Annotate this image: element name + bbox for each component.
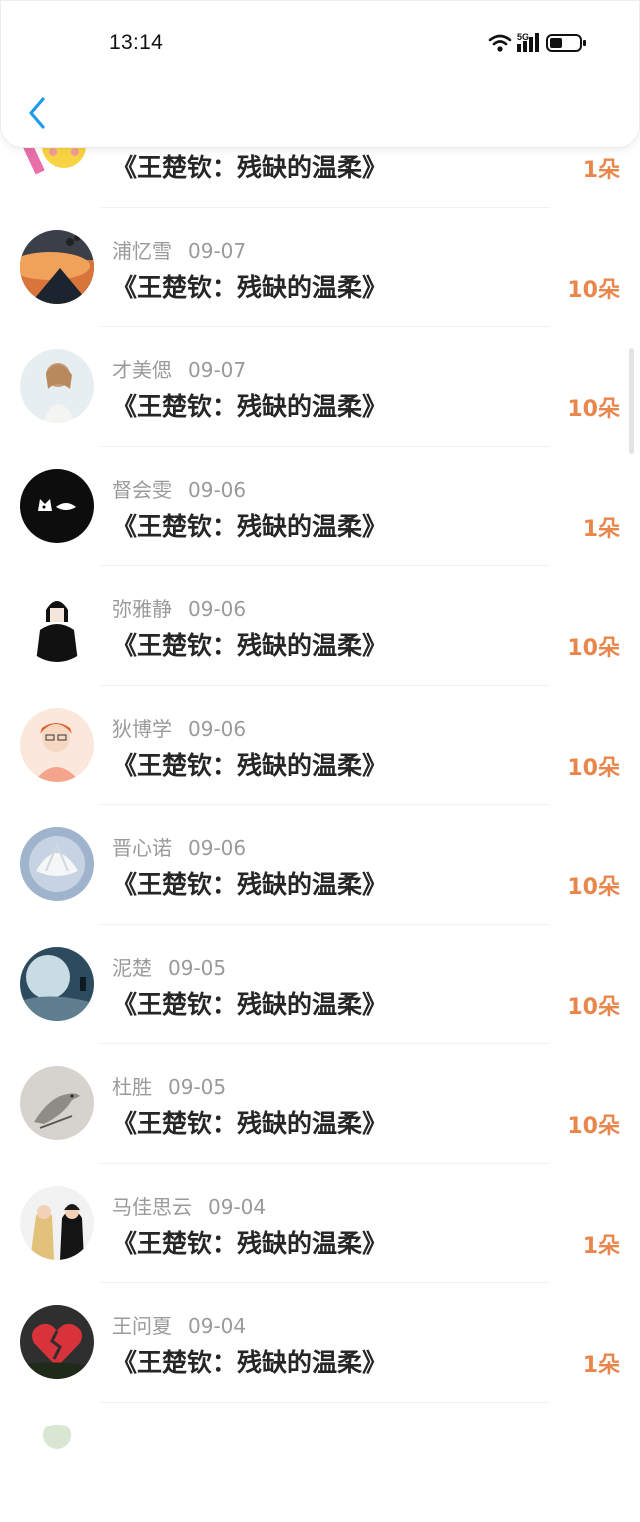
sunset-sky-avatar[interactable] [20,230,94,304]
donor-name[interactable]: 督会雯 [112,478,172,502]
gift-record-list: 《王楚钦：残缺的温柔》 1朵 浦忆雪 09-07 《王楚钦：残缺的温柔》 10朵 [0,88,640,1522]
donor-meta: 杜胜 09-05 [112,1071,226,1100]
list-item[interactable]: 才美偲 09-07 《王楚钦：残缺的温柔》 10朵 [0,327,640,447]
list-item[interactable]: 督会雯 09-06 《王楚钦：残缺的温柔》 1朵 [0,447,640,567]
gift-date: 09-07 [188,358,246,382]
back-button[interactable] [23,95,53,131]
donor-meta: 弥雅静 09-06 [112,593,246,622]
seashell-avatar[interactable] [20,827,94,901]
anime-boy-avatar[interactable] [20,708,94,782]
book-title: 《王楚钦：残缺的温柔》 [112,148,387,184]
book-title[interactable]: 《王楚钦：残缺的温柔》 [112,746,387,782]
gift-date: 09-06 [188,597,246,621]
wifi-icon [490,36,510,52]
flower-amount: 1朵 [583,511,620,543]
network-label: 5G [517,32,529,42]
donor-name[interactable]: 才美偲 [112,358,172,382]
hoodie-figure-avatar[interactable] [20,588,94,662]
donor-meta [112,1430,128,1454]
gift-date: 09-06 [188,836,246,860]
gift-date: 09-05 [168,956,226,980]
flower-amount: 10朵 [567,272,620,304]
book-title[interactable]: 《王楚钦：残缺的温柔》 [112,985,387,1021]
donor-meta: 泥楚 09-05 [112,952,226,981]
status-icons: 5G [487,32,599,54]
flower-amount: 10朵 [567,630,620,662]
book-title[interactable]: 《王楚钦：残缺的温柔》 [112,1224,387,1260]
donor-meta: 浦忆雪 09-07 [112,235,246,264]
flower-amount: 10朵 [567,750,620,782]
list-item[interactable]: 晋心诺 09-06 《王楚钦：残缺的温柔》 10朵 [0,805,640,925]
donor-name[interactable]: 杜胜 [112,1075,152,1099]
donor-meta: 狄博学 09-06 [112,713,246,742]
top-bar: 13:14 5G [0,0,640,148]
scrollbar[interactable] [629,348,634,454]
gift-date: 09-05 [168,1075,226,1099]
donor-name[interactable]: 马佳思云 [112,1195,192,1219]
broken-heart-avatar[interactable] [20,1305,94,1379]
partial-avatar[interactable] [20,1425,94,1499]
flower-amount: 10朵 [567,989,620,1021]
book-title[interactable]: 《王楚钦：残缺的温柔》 [112,387,387,423]
flower-amount: 10朵 [567,869,620,901]
list-item[interactable]: 狄博学 09-06 《王楚钦：残缺的温柔》 10朵 [0,686,640,806]
list-item[interactable]: 泥楚 09-05 《王楚钦：残缺的温柔》 10朵 [0,925,640,1045]
bird-sketch-avatar[interactable] [20,1066,94,1140]
chevron-left-icon [23,95,53,131]
black-cat-avatar[interactable] [20,469,94,543]
signal-5g-icon: 5G [517,32,539,52]
battery-icon [547,35,586,51]
gift-date: 09-04 [188,1314,246,1338]
gift-date: 09-06 [188,717,246,741]
donor-name[interactable]: 王问夏 [112,1314,172,1338]
list-item[interactable]: 马佳思云 09-04 《王楚钦：残缺的温柔》 1朵 [0,1164,640,1284]
flower-amount: 10朵 [567,1108,620,1140]
donor-name[interactable]: 弥雅静 [112,597,172,621]
donor-name[interactable]: 晋心诺 [112,836,172,860]
moon-night-avatar[interactable] [20,947,94,1021]
status-time: 13:14 [109,31,163,55]
list-item[interactable] [0,1403,640,1522]
donor-name[interactable]: 泥楚 [112,956,152,980]
flower-amount: 1朵 [583,1347,620,1379]
donor-meta: 晋心诺 09-06 [112,832,246,861]
list-item[interactable]: 杜胜 09-05 《王楚钦：残缺的温柔》 10朵 [0,1044,640,1164]
book-title[interactable]: 《王楚钦：残缺的温柔》 [112,507,387,543]
donor-meta: 马佳思云 09-04 [112,1191,266,1220]
list-item[interactable]: 王问夏 09-04 《王楚钦：残缺的温柔》 1朵 [0,1283,640,1403]
book-title[interactable]: 《王楚钦：残缺的温柔》 [112,1104,387,1140]
list-item[interactable]: 弥雅静 09-06 《王楚钦：残缺的温柔》 10朵 [0,566,640,686]
flower-amount: 10朵 [567,391,620,423]
donor-meta: 督会雯 09-06 [112,474,246,503]
list-item[interactable]: 浦忆雪 09-07 《王楚钦：残缺的温柔》 10朵 [0,208,640,328]
flower-amount: 1朵 [583,1228,620,1260]
donor-name[interactable]: 浦忆雪 [112,239,172,263]
donor-name[interactable]: 狄博学 [112,717,172,741]
gift-date: 09-04 [208,1195,266,1219]
two-girls-avatar[interactable] [20,1186,94,1260]
gift-date: 09-06 [188,478,246,502]
book-title[interactable]: 《王楚钦：残缺的温柔》 [112,268,387,304]
book-title[interactable]: 《王楚钦：残缺的温柔》 [112,865,387,901]
donor-meta: 才美偲 09-07 [112,354,246,383]
book-title[interactable]: 《王楚钦：残缺的温柔》 [112,626,387,662]
donor-meta: 王问夏 09-04 [112,1310,246,1339]
book-title[interactable]: 《王楚钦：残缺的温柔》 [112,1343,387,1379]
girl-photo-avatar[interactable] [20,349,94,423]
flower-amount: 1朵 [583,152,620,184]
gift-date: 09-07 [188,239,246,263]
